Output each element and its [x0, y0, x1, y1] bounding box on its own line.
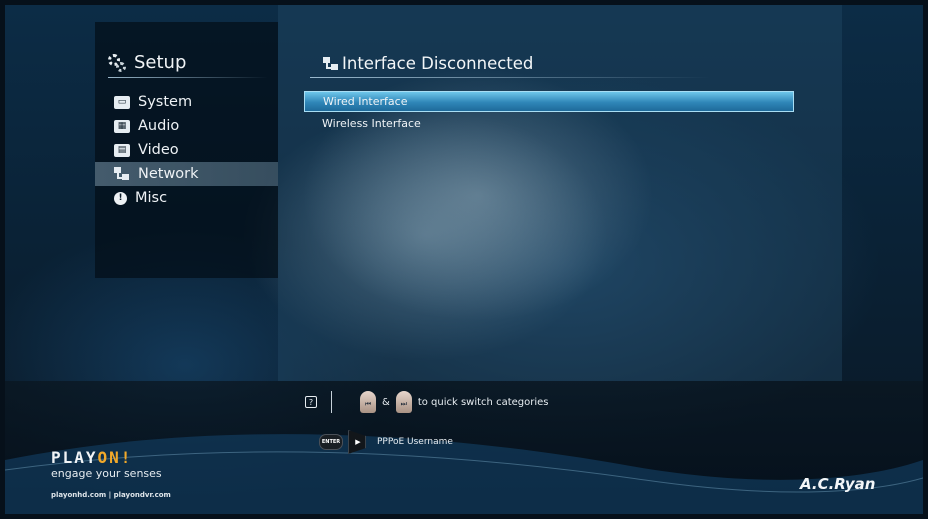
hint-quick-switch: ? ⏮ & ⏭ to quick switch categories [305, 391, 548, 413]
page-title: Interface Disconnected [342, 54, 534, 73]
sidebar-item-misc[interactable]: ! Misc [95, 186, 278, 210]
sidebar-item-label: Misc [135, 190, 168, 206]
enter-icon: ENTER [319, 434, 343, 450]
brand-urls: playonhd.com | playondvr.com [51, 491, 171, 499]
sidebar-item-audio[interactable]: ▦ Audio [95, 114, 278, 138]
hint-text: PPPoE Username [377, 437, 453, 447]
video-icon: ▤ [114, 143, 130, 157]
sidebar-item-label: Network [138, 166, 199, 182]
hint-amp: & [382, 396, 390, 408]
setup-header: Setup [108, 52, 186, 73]
sidebar-item-video[interactable]: ▤ Video [95, 138, 278, 162]
sidebar-item-network[interactable]: Network [95, 162, 278, 186]
network-icon [114, 167, 130, 181]
setup-title: Setup [134, 52, 187, 73]
divider [331, 391, 332, 413]
sidebar-item-label: System [138, 94, 193, 110]
network-icon [323, 56, 339, 71]
divider [108, 77, 268, 78]
hint-enter: ENTER ▶ PPPoE Username [319, 430, 453, 454]
play-icon: ▶ [348, 430, 366, 454]
interface-list: Wired Interface Wireless Interface [304, 91, 794, 134]
playon-logo: PLAYON! [51, 448, 133, 467]
sidebar-item-label: Video [138, 142, 179, 158]
skip-forward-icon: ⏭ [395, 391, 412, 413]
skip-back-icon: ⏮ [360, 391, 376, 413]
list-item-wired-interface[interactable]: Wired Interface [304, 91, 794, 112]
maker-logo: A.C.Ryan [800, 475, 876, 493]
hint-text: to quick switch categories [417, 396, 549, 408]
sidebar-item-system[interactable]: ▭ System [95, 90, 278, 114]
sidebar-item-label: Audio [138, 118, 180, 134]
system-icon: ▭ [114, 95, 130, 109]
list-item-wireless-interface[interactable]: Wireless Interface [304, 113, 794, 134]
divider [310, 77, 710, 78]
help-icon: ? [305, 396, 317, 408]
info-icon: ! [114, 191, 127, 205]
brand-tagline: engage your senses [51, 467, 162, 480]
sidebar-menu: ▭ System ▦ Audio ▤ Video Network ! Misc [95, 90, 278, 210]
gear-icon [108, 53, 126, 72]
audio-icon: ▦ [114, 119, 130, 133]
brand-block: PLAYON! engage your senses playonhd.com … [51, 448, 171, 500]
main-header: Interface Disconnected [323, 54, 533, 73]
